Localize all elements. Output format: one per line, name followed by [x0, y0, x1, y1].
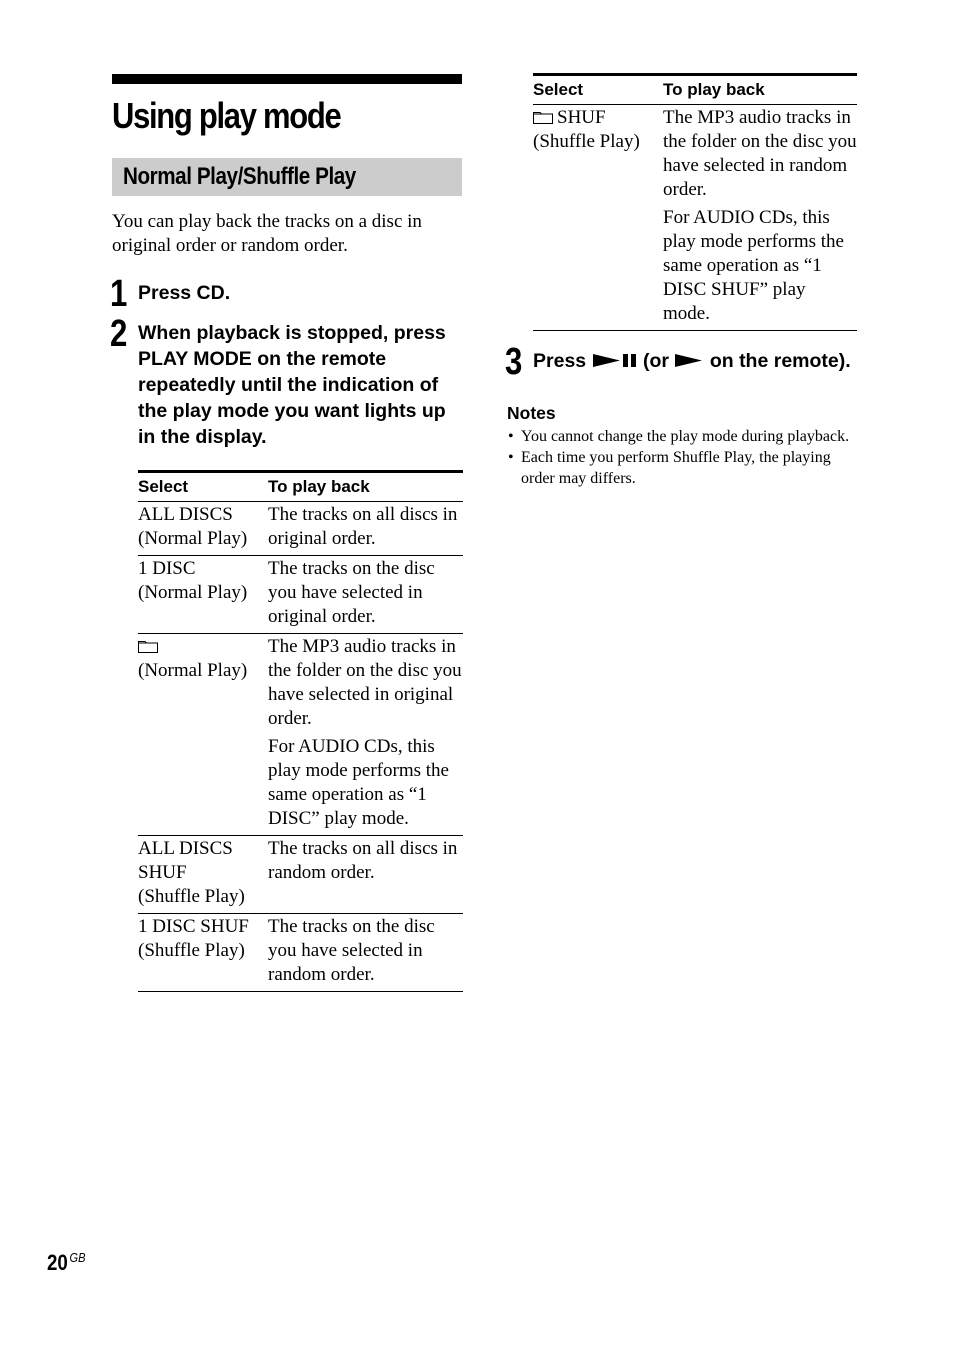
title-rule: [112, 74, 462, 84]
step-text-after: on the remote).: [709, 350, 851, 372]
intro-paragraph: You can play back the tracks on a disc i…: [112, 211, 422, 256]
mode-type: (Shuffle Play): [533, 131, 640, 152]
header-select: Select: [533, 74, 663, 105]
description-cell: The MP3 audio tracks in the folder on th…: [663, 104, 857, 331]
step-text-before: Press: [533, 350, 587, 372]
header-play-back: To play back: [663, 74, 857, 105]
header-play-back: To play back: [268, 471, 463, 502]
description-cell: The tracks on the disc you have selected…: [268, 555, 463, 634]
description-cell: The tracks on all discs in random order.: [268, 835, 463, 914]
select-cell: ALL DISCS SHUF (Shuffle Play): [138, 835, 268, 914]
step-text-middle: (or: [642, 350, 669, 372]
mode-name: SHUF: [557, 107, 606, 128]
play-mode-table-continued: Select To play back SHUF (Shuffle Play) T…: [533, 73, 857, 331]
page-number-suffix: GB: [69, 1250, 86, 1265]
step-number: 2: [110, 313, 128, 355]
step-1: 1 Press CD.: [110, 274, 462, 314]
step-text: Press CD.: [138, 282, 231, 304]
folder-icon: [533, 112, 553, 124]
page-title: Using play mode: [112, 95, 342, 136]
section-header: Normal Play/Shuffle Play: [112, 158, 462, 196]
mode-type: (Normal Play): [138, 582, 248, 603]
table-header-row: Select To play back: [138, 471, 463, 502]
table-row: ALL DISCS (Normal Play) The tracks on all…: [138, 501, 463, 556]
mode-type: (Normal Play): [138, 528, 248, 549]
table-header-row: Select To play back: [533, 74, 857, 105]
step-2: 2 When playback is stopped, press PLAY M…: [110, 314, 462, 450]
notes-title: Notes: [507, 403, 556, 423]
notes-list: You cannot change the play mode during p…: [507, 426, 857, 489]
note-item: Each time you perform Shuffle Play, the …: [507, 447, 857, 489]
table-row: (Normal Play) The MP3 audio tracks in th…: [138, 633, 463, 836]
select-cell: 1 DISC (Normal Play): [138, 555, 268, 634]
select-cell: (Normal Play): [138, 633, 268, 836]
select-cell: ALL DISCS (Normal Play): [138, 501, 268, 556]
description-text: The MP3 audio tracks in the folder on th…: [663, 107, 857, 200]
folder-icon: [138, 641, 158, 653]
play-icon: [675, 354, 703, 367]
page-number: 20 GB: [47, 1250, 85, 1276]
play-mode-table: Select To play back ALL DISCS (Normal Pla…: [138, 470, 463, 992]
description-note: For AUDIO CDs, this play mode performs t…: [663, 207, 844, 324]
mode-type: (Shuffle Play): [138, 940, 245, 961]
description-cell: The tracks on the disc you have selected…: [268, 913, 463, 992]
step-3: 3 Press (or on the remote).: [505, 342, 857, 382]
select-cell: 1 DISC SHUF (Shuffle Play): [138, 913, 268, 992]
step-number: 3: [505, 341, 523, 383]
table-row: SHUF (Shuffle Play) The MP3 audio tracks …: [533, 104, 857, 331]
mode-type: (Shuffle Play): [138, 886, 245, 907]
mode-name: ALL DISCS SHUF: [138, 838, 233, 883]
right-column-lower: 3 Press (or on the remote). Notes You ca…: [505, 342, 857, 489]
section-title: Normal Play/Shuffle Play: [123, 163, 356, 190]
select-cell: SHUF (Shuffle Play): [533, 104, 663, 331]
step-number: 1: [110, 273, 128, 315]
table-row: ALL DISCS SHUF (Shuffle Play) The tracks …: [138, 835, 463, 914]
mode-type: (Normal Play): [138, 660, 248, 681]
mode-name: ALL DISCS: [138, 504, 233, 525]
description-cell: The tracks on all discs in original orde…: [268, 501, 463, 556]
mode-name: 1 DISC: [138, 558, 196, 579]
table-row: 1 DISC (Normal Play) The tracks on the di…: [138, 555, 463, 634]
header-select: Select: [138, 471, 268, 502]
table-row: 1 DISC SHUF (Shuffle Play) The tracks on …: [138, 913, 463, 992]
description-cell: The MP3 audio tracks in the folder on th…: [268, 633, 463, 836]
step-text: When playback is stopped, press PLAY MOD…: [138, 322, 446, 448]
page-number-value: 20: [47, 1250, 68, 1275]
mode-name: 1 DISC SHUF: [138, 916, 249, 937]
note-item: You cannot change the play mode during p…: [507, 426, 857, 447]
description-note: For AUDIO CDs, this play mode performs t…: [268, 736, 449, 829]
play-pause-icon: [592, 354, 636, 367]
description-text: The MP3 audio tracks in the folder on th…: [268, 636, 462, 729]
left-column: Using play mode Normal Play/Shuffle Play…: [110, 74, 462, 450]
